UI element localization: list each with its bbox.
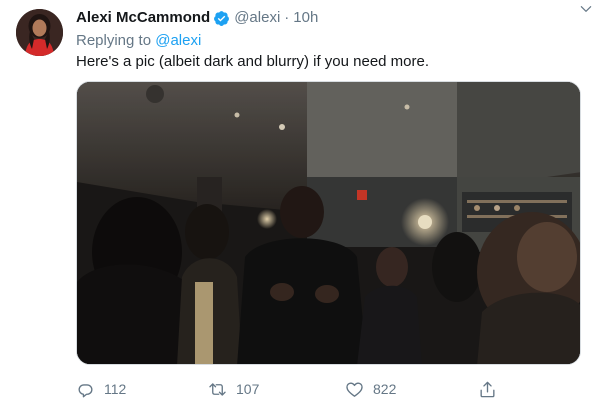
reply-count: 112 xyxy=(104,381,127,397)
replying-to-mention[interactable]: @alexi xyxy=(155,32,201,49)
replying-to-label: Replying to xyxy=(76,32,152,49)
separator-dot: · xyxy=(284,9,290,26)
avatar[interactable] xyxy=(16,9,63,56)
tweet-actions: 112 107 822 xyxy=(76,377,506,401)
reply-icon xyxy=(78,383,93,397)
replying-to-line: Replying to @alexi xyxy=(76,31,581,51)
author-name[interactable]: Alexi McCammond xyxy=(76,8,210,28)
heart-icon xyxy=(346,381,363,397)
like-button[interactable]: 822 xyxy=(345,377,396,401)
tweet-text: Here's a pic (albeit dark and blurry) if… xyxy=(76,53,430,70)
tweet-timestamp[interactable]: 10h xyxy=(293,8,318,28)
like-count: 822 xyxy=(373,381,397,397)
verified-badge-icon xyxy=(214,10,230,26)
tweet-photo[interactable] xyxy=(76,81,581,365)
tweet-content: Alexi McCammond @alexi · 10h Replying to… xyxy=(76,8,581,72)
tweet-header: Alexi McCammond @alexi · 10h xyxy=(76,8,581,28)
avatar-image xyxy=(16,9,63,56)
chevron-down-icon[interactable] xyxy=(579,2,593,16)
reply-button[interactable]: 112 xyxy=(76,377,126,401)
retweet-button[interactable]: 107 xyxy=(208,377,259,401)
retweet-count: 107 xyxy=(236,381,260,397)
tweet[interactable]: Alexi McCammond @alexi · 10h Replying to… xyxy=(0,0,595,407)
photo-image xyxy=(77,82,580,364)
share-icon xyxy=(480,381,495,397)
author-handle[interactable]: @alexi xyxy=(234,8,280,28)
share-button[interactable] xyxy=(478,377,506,401)
retweet-icon xyxy=(209,382,226,396)
